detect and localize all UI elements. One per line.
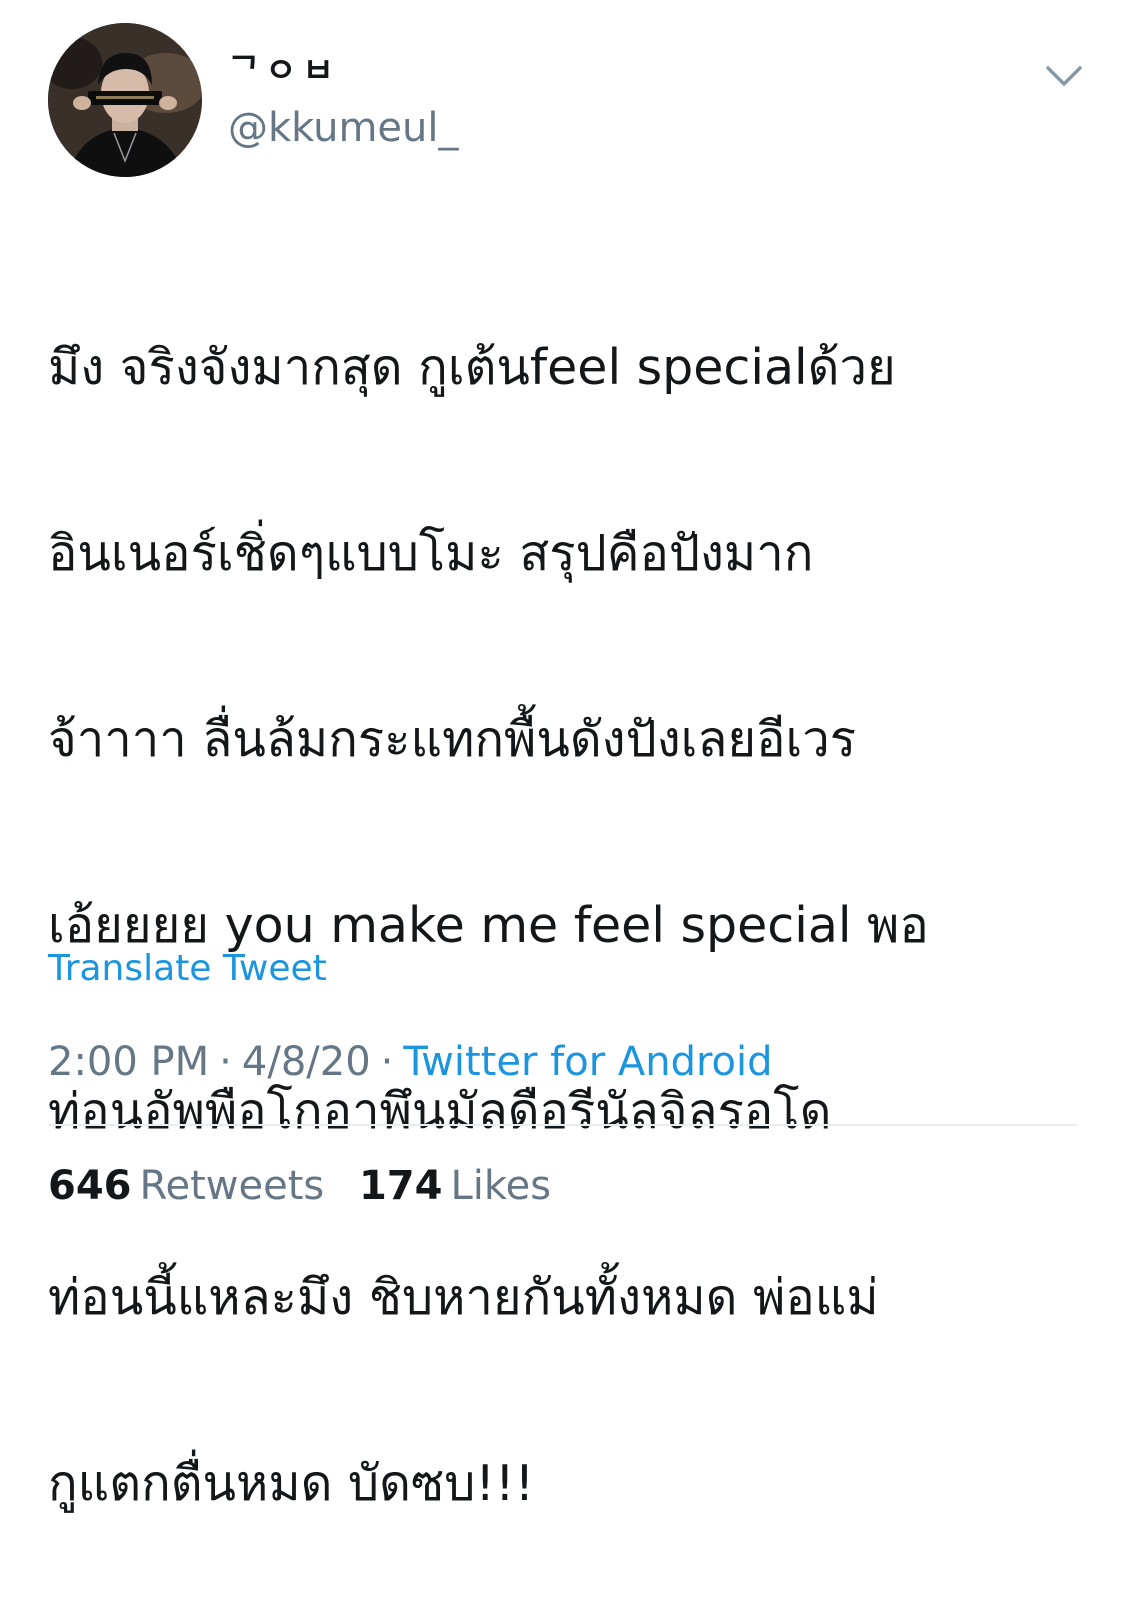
- tweet-text: มึง จริงจังมากสุด กูเต้นfeel specialด้วย…: [48, 228, 1088, 1623]
- tweet-detail: ᄀㅇㅂ @kkumeul_ มึง จริงจังมากสุด กูเต้นfe…: [0, 0, 1125, 1512]
- tweet-text-line: ท่อนนี้แหละมึง ชิบหายกันทั้งหมด พ่อแม่: [48, 1269, 879, 1326]
- chevron-down-icon[interactable]: [1040, 56, 1088, 96]
- retweets-count: 646: [48, 1163, 132, 1209]
- tweet-text-line: มึง จริงจังมากสุด กูเต้นfeel specialด้วย: [48, 339, 896, 396]
- likes-count: 174: [358, 1163, 443, 1209]
- retweets-label: Retweets: [139, 1163, 325, 1209]
- tweet-text-line: อินเนอร์เชิ่ดๆแบบโมะ สรุปคือปังมาก: [48, 525, 814, 582]
- tweet-text-line: กูแตกตื่นหมด บัดซบ!!!: [48, 1455, 535, 1512]
- display-name[interactable]: ᄀㅇㅂ: [228, 46, 340, 96]
- tweet-text-line: จ้าาาา ลื่นล้มกระแทกพื้นดังปังเลยอีเวร: [48, 711, 857, 768]
- divider: [48, 1124, 1077, 1126]
- tweet-stats: 646 Retweets 174 Likes: [48, 1158, 573, 1214]
- likes-label: Likes: [450, 1163, 552, 1209]
- meta-separator: ·: [219, 1039, 232, 1085]
- tweet-date[interactable]: 4/8/20: [242, 1039, 371, 1085]
- tweet-metadata: 2:00 PM · 4/8/20 · Twitter for Android: [48, 1034, 773, 1090]
- username-handle[interactable]: @kkumeul_: [228, 102, 459, 154]
- avatar[interactable]: [48, 23, 202, 177]
- retweets-stat[interactable]: 646 Retweets: [48, 1163, 324, 1209]
- tweet-time[interactable]: 2:00 PM: [48, 1039, 209, 1085]
- tweet-source-link[interactable]: Twitter for Android: [403, 1039, 772, 1085]
- translate-tweet-link[interactable]: Translate Tweet: [48, 944, 327, 994]
- meta-separator: ·: [380, 1039, 394, 1085]
- likes-stat[interactable]: 174 Likes: [359, 1163, 551, 1209]
- avatar-photo: [48, 23, 202, 177]
